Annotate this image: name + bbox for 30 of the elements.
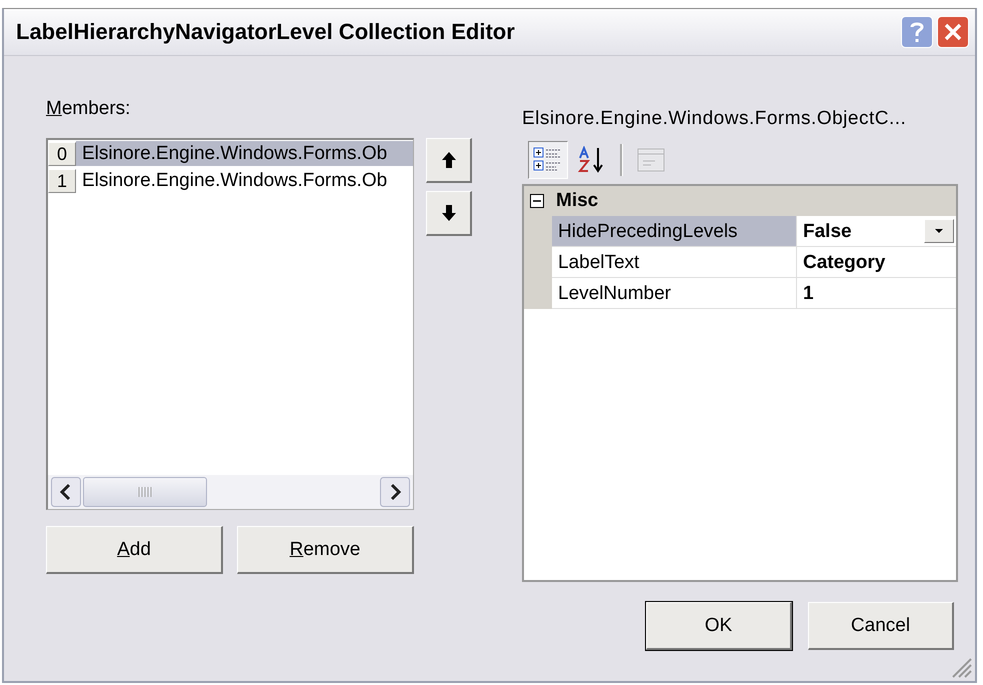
property-value[interactable]: Category [797,247,956,278]
dropdown-button[interactable] [924,219,954,243]
index-badge: 0 [48,142,76,166]
horizontal-scrollbar[interactable] [48,475,413,509]
object-type-label: Elsinore.Engine.Windows.Forms.ObjectC... [522,108,908,131]
dialog-button[interactable]: OK [646,602,792,650]
scroll-left-icon[interactable] [51,477,81,507]
dialog-button[interactable]: Cancel [808,602,954,650]
collapse-icon[interactable] [530,194,544,208]
member-button[interactable]: Add [46,526,223,574]
property-value[interactable]: 1 [797,278,956,309]
member-button[interactable]: Remove [237,526,414,574]
list-item[interactable]: Elsinore.Engine.Windows.Forms.Ob [76,141,413,166]
move-down-button[interactable] [426,191,472,236]
window-title: LabelHierarchyNavigatorLevel Collection Editor [16,19,515,45]
category-label: Misc [556,190,598,212]
property-name[interactable]: HidePrecedingLevels [552,216,797,247]
caret-icon [934,228,944,234]
property-name[interactable]: LevelNumber [552,278,797,309]
index-badge: 1 [48,168,76,192]
up-arrow-icon [440,151,456,169]
move-up-button[interactable] [426,138,472,183]
property-name[interactable]: LabelText [552,247,797,278]
scroll-right-icon[interactable] [380,477,410,507]
scroll-thumb[interactable] [83,477,207,507]
categorized-view-button[interactable] [528,141,568,179]
down-arrow-icon [440,204,456,222]
members-label: Members: [46,98,132,121]
close-icon[interactable] [937,16,969,48]
list-item[interactable]: Elsinore.Engine.Windows.Forms.Ob [76,168,413,193]
